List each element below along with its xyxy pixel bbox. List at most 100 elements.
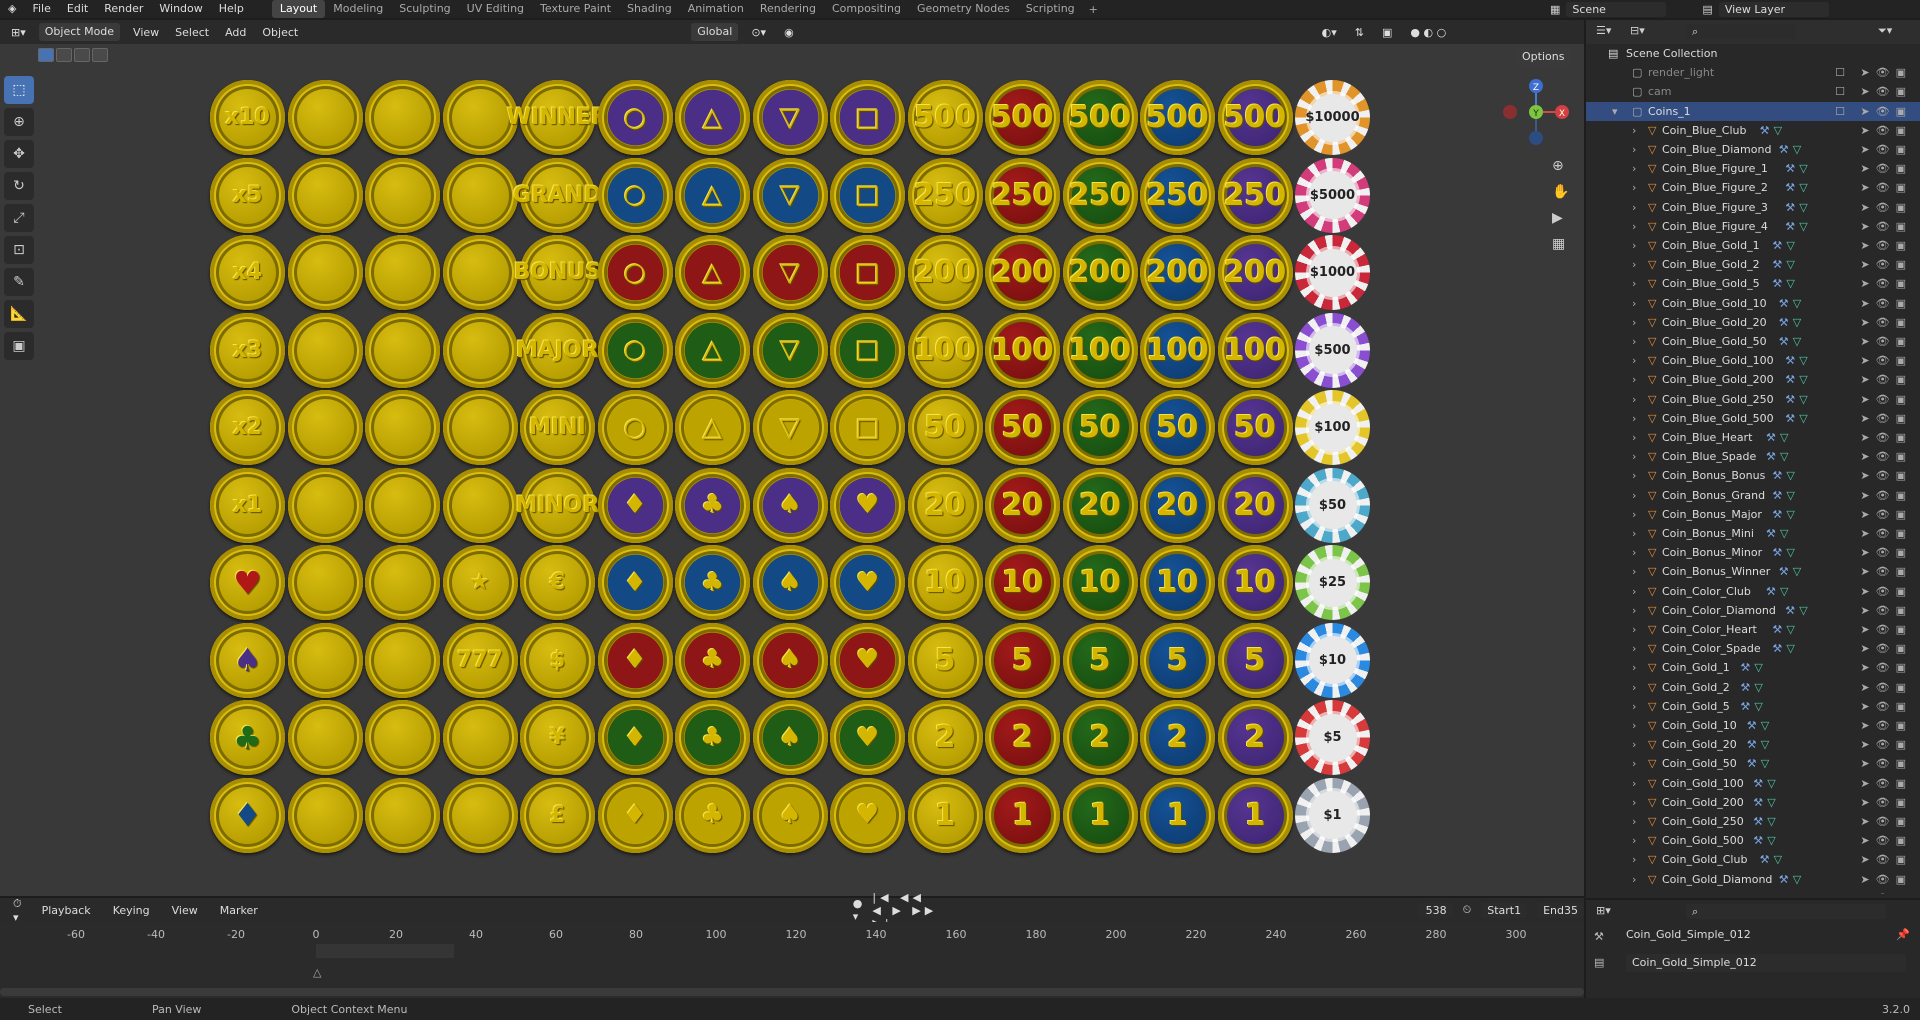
coin[interactable]: BONUS <box>514 235 601 310</box>
visibility-toggles-icon[interactable]: ➤👁▣ <box>1860 582 1912 601</box>
expand-arrow-icon[interactable]: › <box>1632 793 1636 812</box>
poker-chip[interactable]: $1000 <box>1295 235 1370 310</box>
modifier-icon[interactable]: ⚒ <box>1766 524 1776 543</box>
mesh-data-icon[interactable]: ▽ <box>1767 812 1775 831</box>
coin[interactable]: 5 <box>1140 622 1215 698</box>
coin[interactable]: 1 <box>907 777 983 853</box>
outliner-item[interactable]: › ▽ Coin_Blue_Gold_50 ⚒ ▽ ➤👁▣ <box>1586 332 1920 351</box>
xray-icon[interactable]: ▣ <box>1377 26 1397 39</box>
outliner-item[interactable]: › ▽ Coin_Blue_Club ⚒ ▽ ➤👁▣ <box>1586 121 1920 140</box>
outliner-item[interactable]: › ▽ Coin_Bonus_Bonus ⚒ ▽ ➤👁▣ <box>1586 466 1920 485</box>
start-frame-field[interactable]: Start 1 <box>1481 902 1528 918</box>
coin[interactable]: 100 <box>1217 312 1293 388</box>
outliner-item[interactable]: › ▽ Coin_Gold_Club ⚒ ▽ ➤👁▣ <box>1586 850 1920 869</box>
coin[interactable]: 20 <box>1062 467 1138 543</box>
mesh-data-icon[interactable]: ▽ <box>1774 121 1782 140</box>
mesh-data-icon[interactable]: ▽ <box>1799 889 1807 894</box>
coin[interactable]: x5 <box>210 157 285 233</box>
modifier-icon[interactable]: ⚒ <box>1753 774 1763 793</box>
visibility-toggles-icon[interactable]: ➤👁▣ <box>1860 274 1912 293</box>
modifier-icon[interactable]: ⚒ <box>1753 812 1763 831</box>
coin[interactable] <box>442 700 518 775</box>
coin[interactable]: 10 <box>1217 545 1293 620</box>
visibility-toggles-icon[interactable]: ➤👁▣ <box>1860 601 1912 620</box>
coin[interactable] <box>287 622 363 698</box>
expand-arrow-icon[interactable]: › <box>1632 716 1636 735</box>
coin[interactable]: MAJOR <box>516 312 599 388</box>
coin[interactable] <box>365 235 440 310</box>
coin[interactable]: 500 <box>1062 80 1138 155</box>
coin[interactable]: ▽ <box>752 235 828 310</box>
coin[interactable]: △ <box>675 312 750 388</box>
visibility-toggles-icon[interactable]: ➤👁▣ <box>1860 428 1912 447</box>
modifier-icon[interactable]: ⚒ <box>1772 639 1782 658</box>
render-tab-icon[interactable]: ▤ <box>1594 956 1604 969</box>
coin[interactable]: 500 <box>1140 80 1215 155</box>
coin[interactable]: △ <box>675 390 750 465</box>
shading-solid-icon[interactable]: ● ◐ ○ <box>1405 26 1451 39</box>
outliner-item[interactable]: › ▽ Coin_Gold_50 ⚒ ▽ ➤👁▣ <box>1586 754 1920 773</box>
outliner-item[interactable]: › ▽ Coin_Gold_Figure_1 ⚒ ▽ ➤👁▣ <box>1586 889 1920 894</box>
modifier-icon[interactable]: ⚒ <box>1766 428 1776 447</box>
end-frame-field[interactable]: End 35 <box>1537 902 1584 918</box>
expand-arrow-icon[interactable]: › <box>1632 639 1636 658</box>
coin[interactable]: 1 <box>985 777 1060 853</box>
coin[interactable]: ○ <box>597 312 673 388</box>
outliner-item[interactable]: › ▽ Coin_Blue_Gold_10 ⚒ ▽ ➤👁▣ <box>1586 294 1920 313</box>
visibility-toggles-icon[interactable]: ➤👁▣ <box>1860 793 1912 812</box>
coin[interactable]: 50 <box>1062 390 1138 465</box>
coin[interactable]: 100 <box>1062 312 1138 388</box>
outliner-item[interactable]: › ▽ Coin_Blue_Gold_100 ⚒ ▽ ➤👁▣ <box>1586 351 1920 370</box>
mesh-data-icon[interactable]: ▽ <box>1799 198 1807 217</box>
outliner-item[interactable]: › ▽ Coin_Color_Club ⚒ ▽ ➤👁▣ <box>1586 582 1920 601</box>
tab-animation[interactable]: Animation <box>680 0 752 18</box>
coin[interactable]: ♥ <box>830 622 905 698</box>
modifier-icon[interactable]: ⚒ <box>1779 140 1789 159</box>
timeline-editor-icon[interactable]: ⏱▾ <box>8 897 27 924</box>
coin[interactable] <box>365 622 440 698</box>
tab-shading[interactable]: Shading <box>619 0 680 18</box>
coin[interactable]: 250 <box>985 157 1060 233</box>
mesh-data-icon[interactable]: ▽ <box>1767 793 1775 812</box>
visibility-toggles-icon[interactable]: ➤👁▣ <box>1860 639 1912 658</box>
outliner-item[interactable]: ▢ render_light ☐ ➤👁▣ <box>1586 63 1920 82</box>
visibility-toggles-icon[interactable]: ➤👁▣ <box>1860 505 1912 524</box>
modifier-icon[interactable]: ⚒ <box>1779 313 1789 332</box>
modifier-icon[interactable]: ⚒ <box>1785 409 1795 428</box>
coin[interactable]: □ <box>830 157 905 233</box>
coin[interactable] <box>287 390 363 465</box>
coin[interactable] <box>365 390 440 465</box>
modifier-icon[interactable]: ⚒ <box>1772 620 1782 639</box>
modifier-icon[interactable]: ⚒ <box>1747 716 1757 735</box>
visibility-toggles-icon[interactable]: ➤👁▣ <box>1860 313 1912 332</box>
mesh-data-icon[interactable]: ▽ <box>1761 754 1769 773</box>
outliner-item[interactable]: › ▽ Coin_Gold_250 ⚒ ▽ ➤👁▣ <box>1586 812 1920 831</box>
modifier-icon[interactable]: ⚒ <box>1779 870 1789 889</box>
gizmo-icon[interactable]: ⇅ <box>1350 26 1369 39</box>
outliner-item[interactable]: ▢ cam ☐ ➤👁▣ <box>1586 82 1920 101</box>
options-button[interactable]: Options <box>1516 48 1571 66</box>
tab-layout[interactable]: Layout <box>271 0 326 18</box>
expand-arrow-icon[interactable]: › <box>1632 697 1636 716</box>
coin[interactable] <box>442 777 518 853</box>
expand-arrow-icon[interactable]: › <box>1632 390 1636 409</box>
coin[interactable]: ♣ <box>675 777 750 853</box>
modifier-icon[interactable]: ⚒ <box>1772 543 1782 562</box>
outliner-editor-icon[interactable]: ☰▾ <box>1596 24 1611 37</box>
outliner-item[interactable]: › ▽ Coin_Bonus_Mini ⚒ ▽ ➤👁▣ <box>1586 524 1920 543</box>
select-new-mode-icon[interactable] <box>38 48 54 62</box>
mesh-data-icon[interactable]: ▽ <box>1786 236 1794 255</box>
transform-orientation-dropdown[interactable]: Global <box>691 23 739 41</box>
coin[interactable]: 10 <box>985 545 1060 620</box>
coin[interactable]: ♣ <box>675 467 750 543</box>
viewport-menu-view[interactable]: View <box>128 26 164 39</box>
visibility-toggles-icon[interactable]: ➤👁▣ <box>1860 159 1912 178</box>
coin[interactable] <box>287 157 363 233</box>
coin[interactable]: ♣ <box>675 545 750 620</box>
coin[interactable]: 1 <box>1062 777 1138 853</box>
coin[interactable] <box>287 545 363 620</box>
mesh-data-icon[interactable]: ▽ <box>1780 428 1788 447</box>
poker-chip[interactable]: $5000 <box>1295 157 1370 233</box>
select-extend-mode-icon[interactable] <box>56 48 72 62</box>
visibility-toggles-icon[interactable]: ☐ ➤👁▣ <box>1835 102 1912 121</box>
